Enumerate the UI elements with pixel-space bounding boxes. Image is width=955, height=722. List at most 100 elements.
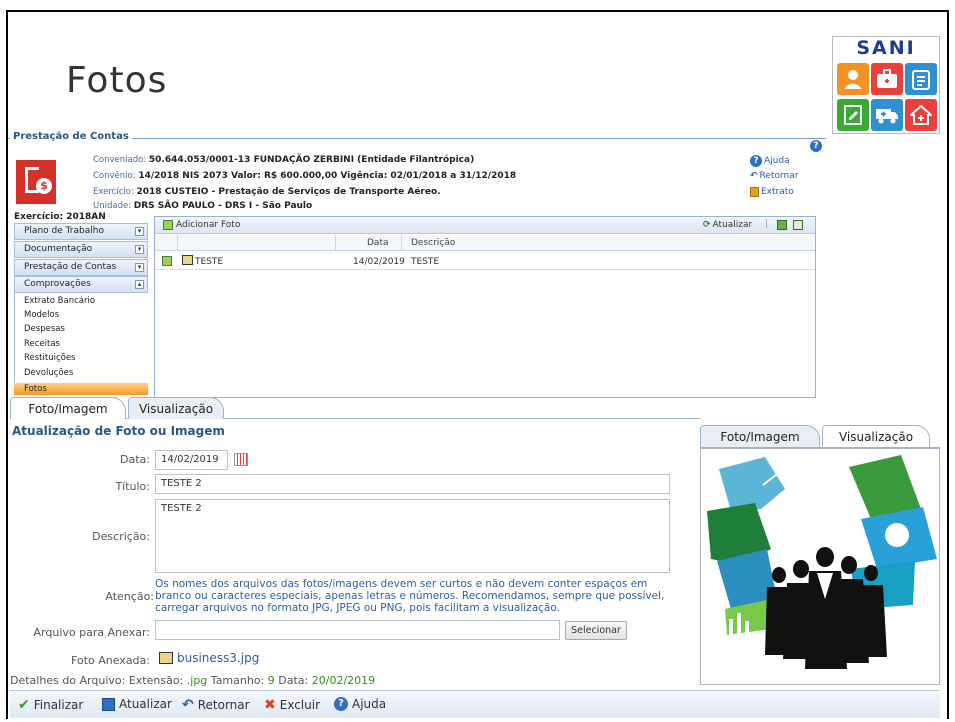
atencao-label: Atenção: — [105, 590, 154, 603]
grid-header: Data Descrição — [155, 235, 815, 251]
nav-section-documentacao[interactable]: Documentação ▾ — [14, 241, 148, 258]
user-medical-icon — [837, 63, 869, 95]
nav-item-fotos[interactable]: Fotos — [14, 383, 148, 395]
nav-item-despesas[interactable]: Despesas — [24, 324, 65, 334]
add-photo-label: Adicionar Foto — [176, 220, 241, 230]
table-row[interactable]: TESTE 14/02/2019 TESTE — [155, 252, 815, 270]
check-icon: ✔ — [18, 697, 30, 713]
retornar-button[interactable]: ↶ Retornar — [182, 697, 250, 713]
page-title: Fotos — [66, 60, 168, 101]
tab-visualizacao[interactable]: Visualização — [128, 397, 224, 419]
clipboard-icon — [905, 63, 937, 95]
titulo-label: Título: — [115, 480, 150, 493]
unidade-value: DRS SÃO PAULO - DRS I - São Paulo — [133, 201, 313, 211]
finalizar-button[interactable]: ✔ Finalizar — [18, 697, 83, 713]
file-details: Detalhes do Arquivo: Extensão: .jpg Tama… — [10, 674, 375, 687]
row-name: TESTE — [195, 257, 224, 267]
file-input[interactable] — [155, 620, 560, 640]
unidade-line: Unidade: DRS SÃO PAULO - DRS I - São Pau… — [93, 201, 312, 211]
data-label: Data: — [120, 453, 150, 466]
atualizar-button[interactable]: Atualizar — [102, 697, 172, 711]
grid-refresh-button[interactable]: ⟳ Atualizar — [703, 220, 752, 230]
calendar-icon[interactable] — [234, 453, 248, 466]
tamanho-label: Tamanho: — [210, 674, 265, 687]
retornar-link-label: Retornar — [759, 171, 799, 181]
date-input[interactable]: 14/02/2019 — [155, 450, 228, 470]
house-health-icon — [905, 99, 937, 131]
retornar-link[interactable]: ↶ Retornar — [750, 171, 798, 181]
nav-section-label: Prestação de Contas — [24, 262, 117, 272]
export-sheet-icon[interactable] — [793, 220, 803, 230]
detalhes-label: Detalhes do Arquivo: — [10, 674, 126, 687]
descricao-label: Descrição: — [92, 530, 150, 543]
nav-section-plano[interactable]: Plano de Trabalho ▾ — [14, 223, 148, 240]
title-input[interactable]: TESTE 2 — [155, 474, 670, 494]
description-textarea[interactable]: TESTE 2 — [155, 499, 670, 573]
finalizar-label: Finalizar — [33, 698, 84, 712]
logo-letters: SANI — [856, 37, 916, 59]
exercicio-year: Exercício: 2018AN — [14, 212, 106, 222]
col-header-descricao[interactable]: Descrição — [411, 238, 455, 248]
extrato-link[interactable]: Extrato — [750, 187, 794, 197]
bottom-toolbar: ✔ Finalizar Atualizar ↶ Retornar ✖ Exclu… — [10, 690, 940, 718]
photos-grid: Adicionar Foto ⟳ Atualizar | Data Descri… — [154, 216, 816, 398]
conveniado-label: Conveniado: — [93, 155, 147, 165]
nav-section-label: Plano de Trabalho — [24, 226, 104, 236]
ajuda-button[interactable]: ? Ajuda — [334, 697, 386, 711]
nav-item-restituicoes[interactable]: Restituições — [24, 353, 76, 363]
nav-section-prestacao[interactable]: Prestação de Contas ▾ — [14, 259, 148, 276]
preview-tab-foto-imagem[interactable]: Foto/Imagem — [700, 425, 820, 447]
select-file-button[interactable]: Selecionar — [565, 621, 627, 640]
edit-row-icon[interactable] — [162, 256, 172, 266]
conveniado-line: Conveniado: 50.644.053/0001-13 FUNDAÇÃO … — [93, 155, 474, 165]
ambulance-icon — [871, 99, 903, 131]
document-edit-icon — [837, 99, 869, 131]
nav-item-receitas[interactable]: Receitas — [24, 339, 60, 349]
col-header-data[interactable]: Data — [367, 238, 389, 248]
nav-section-comprovacoes[interactable]: Comprovações ▴ — [14, 276, 148, 293]
convenio-value: 14/2018 NIS 2073 Valor: R$ 600.000,00 Vi… — [138, 171, 517, 181]
help-icon: ? — [334, 697, 348, 711]
nav-item-devolucoes[interactable]: Devoluções — [24, 368, 73, 378]
grid-refresh-label: Atualizar — [712, 220, 753, 230]
add-photo-icon — [163, 220, 173, 230]
photo-preview — [700, 448, 940, 685]
convenio-line: Convênio: 14/2018 NIS 2073 Valor: R$ 600… — [93, 171, 516, 181]
convenio-label: Convênio: — [93, 171, 136, 181]
grid-toolbar: Adicionar Foto ⟳ Atualizar | — [155, 217, 815, 234]
exercicio-line: Exercício: 2018 CUSTEIO - Prestação de S… — [93, 187, 441, 197]
medical-kit-icon — [871, 63, 903, 95]
arquivo-label: Arquivo para Anexar: — [33, 626, 150, 639]
toolbar-separator: | — [765, 219, 769, 229]
save-icon — [102, 697, 115, 711]
expand-icon: ▾ — [135, 227, 144, 236]
conveniado-value: 50.644.053/0001-13 FUNDAÇÃO ZERBINI (Ent… — [148, 155, 475, 165]
photo-thumb-icon — [182, 255, 193, 265]
attached-photo-link[interactable]: business3.jpg — [159, 651, 259, 665]
delete-icon: ✖ — [264, 697, 276, 713]
form-title: Atualização de Foto ou Imagem — [12, 424, 225, 438]
row-description: TESTE — [411, 257, 440, 267]
financial-document-icon: $ — [16, 160, 56, 204]
ajuda-link[interactable]: ? Ajuda — [750, 155, 790, 167]
sani-logo: SANI — [832, 36, 940, 134]
return-arrow-icon: ↶ — [750, 171, 758, 181]
panel-help-icon[interactable]: ? — [810, 140, 822, 152]
add-photo-button[interactable]: Adicionar Foto — [163, 220, 240, 230]
attention-note: Os nomes dos arquivos das fotos/imagens … — [155, 578, 665, 614]
collapse-icon: ▴ — [135, 280, 144, 289]
excluir-button[interactable]: ✖ Excluir — [264, 697, 320, 713]
atualizar-label: Atualizar — [119, 697, 172, 711]
export-excel-icon[interactable] — [777, 220, 787, 230]
nav-item-extrato[interactable]: Extrato Bancário — [24, 296, 95, 306]
tab-foto-imagem[interactable]: Foto/Imagem — [10, 397, 126, 419]
exercicio-label: Exercício: — [93, 187, 134, 197]
retornar-label: Retornar — [197, 698, 250, 712]
exercicio-value: 2018 CUSTEIO - Prestação de Serviços de … — [136, 187, 441, 197]
statement-icon — [750, 187, 759, 197]
nav-section-label: Comprovações — [24, 279, 91, 289]
tamanho-value: 9 — [267, 674, 275, 687]
expand-icon: ▾ — [135, 245, 144, 254]
nav-item-modelos[interactable]: Modelos — [24, 310, 59, 320]
preview-tab-visualizacao[interactable]: Visualização — [822, 425, 930, 447]
